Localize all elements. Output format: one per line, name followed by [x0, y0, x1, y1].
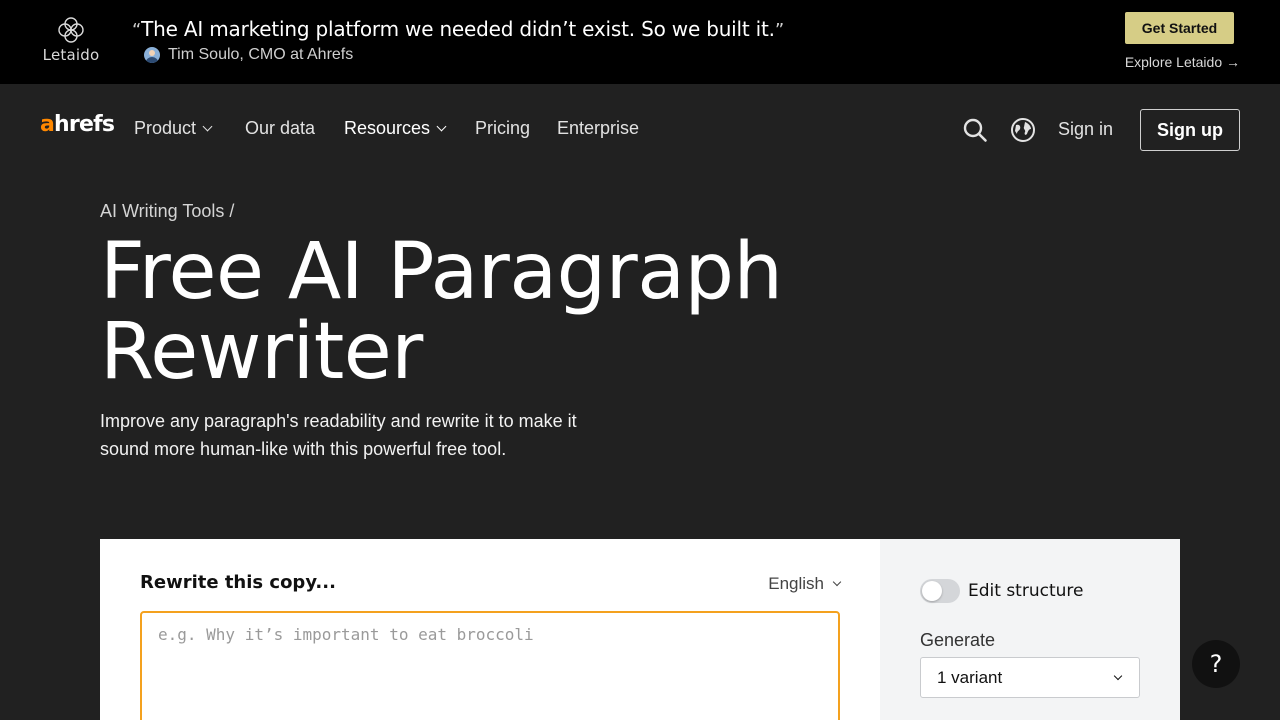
nav-enterprise[interactable]: Enterprise — [557, 118, 639, 139]
promo-author: Tim Soulo, CMO at Ahrefs — [144, 46, 353, 64]
nav-pricing-label: Pricing — [475, 118, 531, 138]
nav-resources[interactable]: Resources — [344, 118, 447, 139]
language-button[interactable] — [1010, 117, 1036, 143]
letaido-logo[interactable]: Letaido — [38, 16, 104, 64]
close-quote-mark: ” — [774, 20, 784, 41]
promo-author-text: Tim Soulo, CMO at Ahrefs — [168, 46, 354, 63]
globe-icon — [1011, 118, 1035, 142]
edit-structure-label: Edit structure — [968, 581, 1084, 601]
chevron-down-icon — [1113, 671, 1123, 680]
search-button[interactable] — [962, 117, 988, 143]
page-subtitle: Improve any paragraph's readability and … — [100, 411, 577, 459]
promo-banner: Letaido “The AI marketing platform we ne… — [0, 0, 1280, 84]
rewrite-card: Rewrite this copy... English — [100, 539, 880, 720]
nav-resources-label: Resources — [344, 118, 431, 138]
search-icon — [963, 118, 987, 142]
page-title: Free AI Paragraph Rewriter — [100, 232, 920, 392]
language-select[interactable]: English — [768, 574, 842, 594]
ahrefs-logo[interactable]: ahrefs — [40, 112, 115, 137]
nav-product-label: Product — [134, 118, 197, 138]
edit-structure-toggle[interactable] — [920, 579, 960, 603]
page-title-line-2: Rewriter — [100, 307, 423, 397]
chevron-down-icon — [436, 121, 447, 132]
page-title-line-1: Free AI Paragraph — [100, 227, 783, 317]
variant-select[interactable]: 1 variant — [920, 657, 1140, 698]
author-avatar — [144, 47, 160, 63]
logo-a: a — [40, 112, 55, 137]
nav-pricing[interactable]: Pricing — [475, 118, 530, 139]
breadcrumb[interactable]: AI Writing Tools / — [100, 201, 234, 222]
nav-enterprise-label: Enterprise — [557, 118, 640, 138]
sign-in-link[interactable]: Sign in — [1058, 119, 1113, 140]
nav-our-data-label: Our data — [245, 118, 316, 138]
promo-quote: “The AI marketing platform we needed did… — [132, 17, 784, 41]
generate-label: Generate — [920, 630, 996, 650]
letaido-logo-text: Letaido — [42, 46, 100, 64]
help-button[interactable]: ? — [1192, 640, 1240, 688]
nav-product[interactable]: Product — [134, 118, 213, 139]
promo-quote-text: The AI marketing platform we needed didn… — [141, 17, 775, 41]
variant-select-value: 1 variant — [937, 667, 1003, 687]
chevron-down-icon — [202, 121, 213, 132]
language-select-value: English — [768, 574, 824, 593]
letaido-logo-icon — [58, 17, 84, 43]
rewrite-label: Rewrite this copy... — [140, 572, 336, 593]
logo-rest: hrefs — [54, 112, 115, 137]
rewrite-input[interactable] — [140, 611, 840, 720]
get-started-button[interactable]: Get Started — [1125, 12, 1234, 44]
open-quote-mark: “ — [132, 20, 142, 41]
options-panel: Edit structure Generate 1 variant — [880, 539, 1180, 720]
sign-up-button[interactable]: Sign up — [1140, 109, 1240, 151]
nav-our-data[interactable]: Our data — [245, 118, 315, 139]
explore-letaido-link[interactable]: Explore Letaido → — [1125, 54, 1240, 70]
chevron-down-icon — [832, 577, 842, 587]
toggle-knob — [922, 581, 942, 601]
